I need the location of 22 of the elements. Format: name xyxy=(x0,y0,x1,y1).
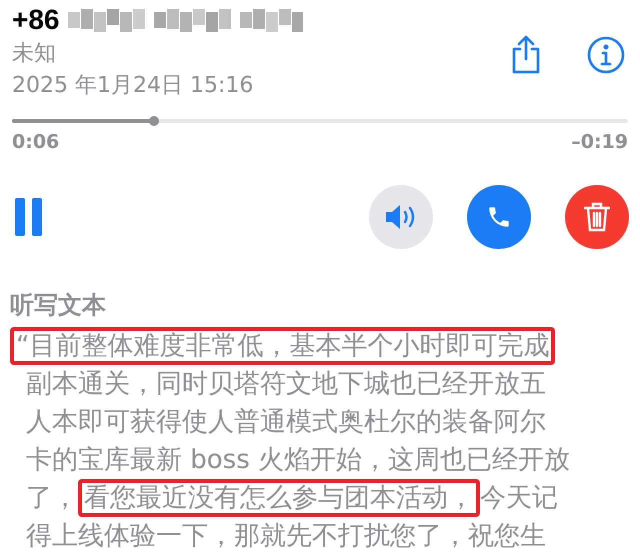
transcript-text: 卡的宝库最新 boss 火焰开始，这周也已经开放 xyxy=(26,444,570,476)
country-code: +86 xyxy=(12,3,60,37)
transcript-text: 得上线体验一下，那就先不打扰您了，祝您生 xyxy=(26,520,546,552)
pause-button[interactable] xyxy=(15,196,45,236)
playback-slider[interactable] xyxy=(12,116,628,126)
trash-icon xyxy=(584,202,610,232)
call-date: 2025 年1月24日 15:16 xyxy=(12,72,254,100)
pause-icon xyxy=(15,198,43,236)
transcript-text: 人本即可获得使人普通模式奥杜尔的装备阿尔 xyxy=(26,406,546,438)
transcript-title: 听写文本 xyxy=(10,290,107,320)
transcript-text: 副本通关，同时贝塔符文地下城也已经开放五 xyxy=(26,368,546,400)
highlighted-text: 看您最近没有怎么参与团本活动， xyxy=(78,478,480,516)
elapsed-time: 0:06 xyxy=(12,130,60,155)
transcript-text: 今天记 xyxy=(480,482,558,514)
info-button[interactable] xyxy=(586,35,626,75)
info-icon xyxy=(587,36,625,74)
caller-label: 未知 xyxy=(12,40,57,68)
transcript-text: 了， xyxy=(26,482,78,514)
remaining-time: –0:19 xyxy=(571,130,628,155)
slider-thumb[interactable] xyxy=(148,116,159,126)
speaker-icon xyxy=(385,204,417,230)
highlighted-text: “目前整体难度非常低，基本半个小时即可完成 xyxy=(10,326,556,364)
